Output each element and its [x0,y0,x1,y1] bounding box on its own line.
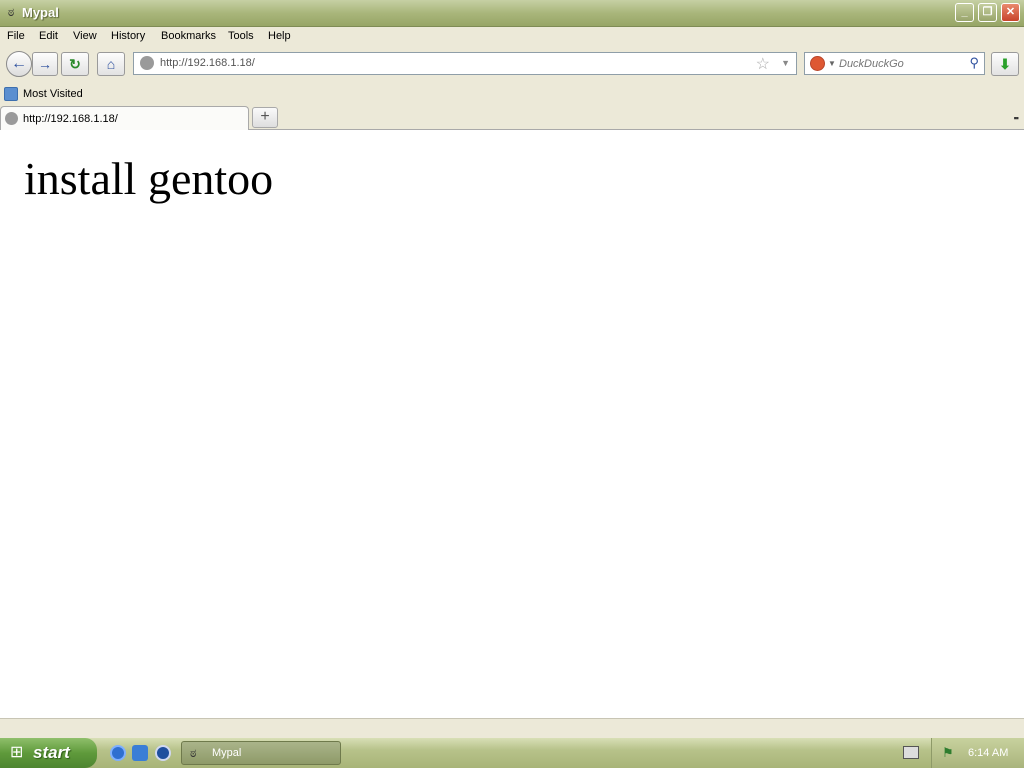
address-bar[interactable]: http://192.168.1.18/ ☆ ▼ [133,52,797,75]
menu-bar: File Edit View History Bookmarks Tools H… [0,27,1024,47]
forward-arrow-icon: → [38,56,52,72]
home-button[interactable]: ⌂ [97,52,125,76]
menu-tools[interactable]: Tools [228,30,254,42]
tab-active[interactable]: http://192.168.1.18/ [0,106,249,130]
outlook-express-icon[interactable] [132,745,148,761]
windows-flag-icon: ⊞ [10,744,24,761]
menu-edit[interactable]: Edit [39,30,58,42]
menu-help[interactable]: Help [268,30,291,42]
back-button[interactable]: ← [6,51,32,77]
list-all-tabs-icon[interactable]: ▪▪ [1014,113,1019,123]
tab-favicon-icon [5,112,18,125]
internet-explorer-icon[interactable] [110,745,126,761]
duckduckgo-icon[interactable] [810,56,825,71]
raccoon-icon: ಠ [7,5,15,19]
search-bar[interactable]: ▼ ⚲ [804,52,985,75]
tab-strip: http://192.168.1.18/ + ▪▪ [0,105,1024,130]
taskbar: ⊞ start ಠ Mypal ⚑ 6:14 AM [0,738,1024,768]
bookmarks-toolbar: Most Visited [0,84,1024,105]
bookmark-star-icon[interactable]: ☆ [756,54,770,74]
page-heading: install gentoo [24,153,274,204]
start-label: start [33,743,70,762]
new-tab-button[interactable]: + [252,107,278,128]
menu-view[interactable]: View [73,30,97,42]
tab-label: http://192.168.1.18/ [23,113,118,125]
history-dropdown-icon[interactable]: ▼ [781,58,790,68]
title-bar[interactable]: ಠ Mypal _ ❐ ✕ [0,0,1024,27]
network-icon[interactable]: ⚑ [942,745,958,761]
site-identity-icon[interactable] [140,56,154,70]
keyboard-language-icon[interactable] [903,746,919,759]
back-arrow-icon: ← [11,55,27,72]
most-visited-icon [4,87,18,101]
system-tray: ⚑ 6:14 AM [931,738,1024,768]
media-player-icon[interactable] [155,745,171,761]
taskbar-item-mypal[interactable]: ಠ Mypal [181,741,341,765]
clock[interactable]: 6:14 AM [968,747,1008,759]
menu-file[interactable]: File [7,30,25,42]
engine-dropdown-icon[interactable]: ▼ [828,59,836,68]
search-input[interactable] [839,56,959,71]
window-title: Mypal [22,5,59,20]
start-button[interactable]: ⊞ start [0,738,97,768]
status-bar [0,718,1024,738]
navigation-toolbar: ← → ↻ ⌂ http://192.168.1.18/ ☆ ▼ ▼ ⚲ ⬇ [0,47,1024,83]
menu-bookmarks[interactable]: Bookmarks [161,30,216,42]
task-label: Mypal [212,747,242,759]
page-content: install gentoo [0,130,1024,718]
plus-icon: + [260,108,270,125]
minimize-button[interactable]: _ [955,3,974,22]
reload-icon: ↻ [69,56,81,72]
reload-button[interactable]: ↻ [61,52,89,76]
url-text[interactable]: http://192.168.1.18/ [160,57,255,69]
close-button[interactable]: ✕ [1001,3,1020,22]
download-arrow-icon: ⬇ [999,56,1011,72]
menu-history[interactable]: History [111,30,145,42]
forward-button[interactable]: → [32,52,58,76]
downloads-button[interactable]: ⬇ [991,52,1019,76]
restore-button[interactable]: ❐ [978,3,997,22]
most-visited-bookmark[interactable]: Most Visited [23,88,83,100]
home-icon: ⌂ [106,56,116,72]
raccoon-icon: ಠ [190,746,197,760]
search-magnifier-icon[interactable]: ⚲ [969,55,979,71]
